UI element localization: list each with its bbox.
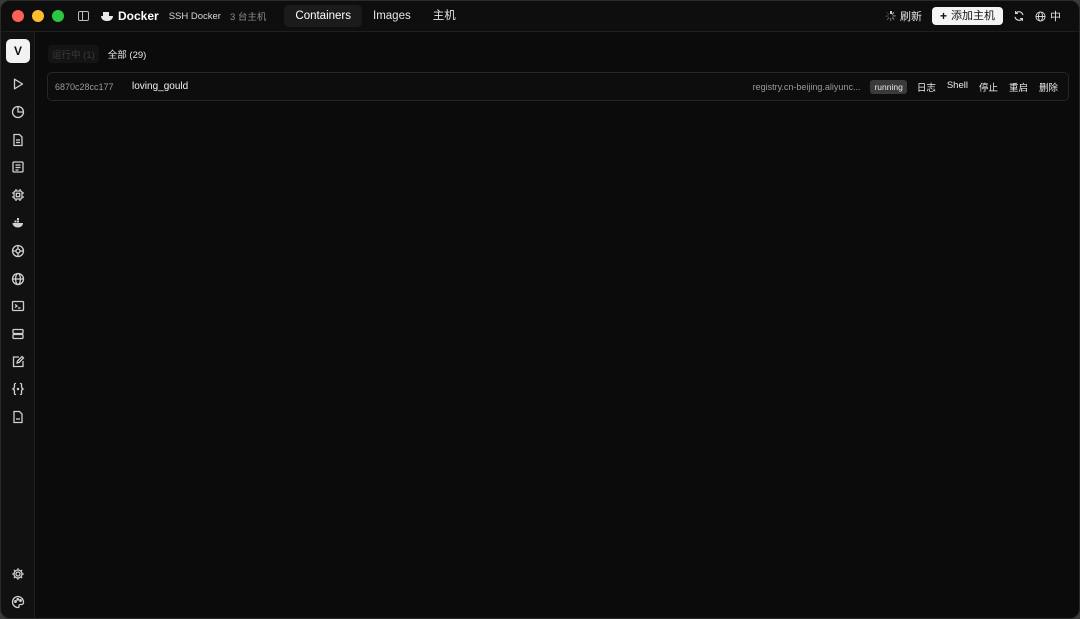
tab-images[interactable]: Images	[362, 5, 422, 27]
minimize-window-button[interactable]	[32, 10, 44, 22]
left-rail: V	[1, 32, 35, 618]
refresh-label: 刷新	[899, 11, 922, 23]
terminal-icon[interactable]	[11, 299, 25, 313]
status-badge: running	[870, 79, 907, 94]
container-image: registry.cn-beijing.aliyunc...	[752, 81, 861, 92]
globe-nav-icon[interactable]	[11, 272, 25, 286]
refresh-button[interactable]: 刷新	[886, 8, 922, 24]
table-row[interactable]: 6870c28cc177 loving_gould registry.cn-be…	[47, 72, 1069, 101]
filter-running[interactable]: 运行中 (1)	[48, 45, 99, 63]
app-window: Docker SSH Docker 3 台主机 Containers Image…	[0, 0, 1080, 619]
avatar[interactable]: V	[6, 39, 30, 63]
close-window-button[interactable]	[12, 10, 24, 22]
language-button[interactable]: 中	[1035, 8, 1061, 24]
container-filters: 运行中 (1) 全部 (29)	[48, 45, 150, 63]
document-icon[interactable]	[11, 133, 25, 147]
edit-icon[interactable]	[11, 355, 25, 369]
connection-label: SSH Docker	[168, 10, 221, 22]
plus-icon: +	[939, 9, 947, 23]
add-host-button[interactable]: + 添加主机	[931, 7, 1003, 25]
server-icon[interactable]	[11, 327, 25, 341]
window-controls	[12, 10, 64, 22]
app-name: Docker	[118, 9, 159, 23]
palette-icon[interactable]	[11, 595, 25, 609]
container-actions: 日志 Shell 停止 重启 删除	[917, 80, 1058, 94]
news-icon[interactable]	[11, 160, 25, 174]
delete-button[interactable]: 删除	[1039, 80, 1058, 94]
main-content: 运行中 (1) 全部 (29) 6870c28cc177 loving_goul…	[36, 32, 1079, 618]
host-count: 3 台主机	[229, 12, 267, 23]
globe-icon	[1035, 10, 1046, 22]
container-id: 6870c28cc177	[55, 81, 114, 92]
network-icon[interactable]	[11, 244, 25, 258]
title-bar: Docker SSH Docker 3 台主机 Containers Image…	[1, 1, 1079, 32]
app-brand: Docker	[101, 9, 159, 23]
restart-button[interactable]: 重启	[1009, 80, 1028, 94]
container-name: loving_gould	[132, 81, 189, 92]
settings-icon[interactable]	[11, 567, 25, 581]
filter-all[interactable]: 全部 (29)	[104, 45, 151, 63]
tab-containers[interactable]: Containers	[284, 5, 363, 27]
play-icon[interactable]	[11, 77, 25, 91]
sidebar-toggle-icon[interactable]	[78, 11, 89, 21]
maximize-window-button[interactable]	[52, 10, 64, 22]
code-braces-icon[interactable]	[11, 382, 25, 396]
shell-button[interactable]: Shell	[947, 80, 968, 94]
stop-button[interactable]: 停止	[979, 80, 998, 94]
titlebar-actions: 刷新 + 添加主机 中	[886, 7, 1061, 25]
pie-chart-icon[interactable]	[11, 105, 25, 119]
add-host-label: 添加主机	[951, 10, 995, 22]
logs-button[interactable]: 日志	[917, 80, 936, 94]
docker-icon[interactable]	[11, 216, 25, 230]
language-label: 中	[1050, 11, 1061, 23]
nav-tabs: Containers Images 主机	[284, 1, 466, 32]
docker-whale-icon	[101, 11, 113, 21]
tab-hosts[interactable]: 主机	[422, 5, 467, 27]
file-icon[interactable]	[11, 410, 25, 424]
cpu-icon[interactable]	[11, 188, 25, 202]
loading-spinner-icon	[886, 11, 897, 21]
sync-icon[interactable]	[1013, 10, 1025, 22]
